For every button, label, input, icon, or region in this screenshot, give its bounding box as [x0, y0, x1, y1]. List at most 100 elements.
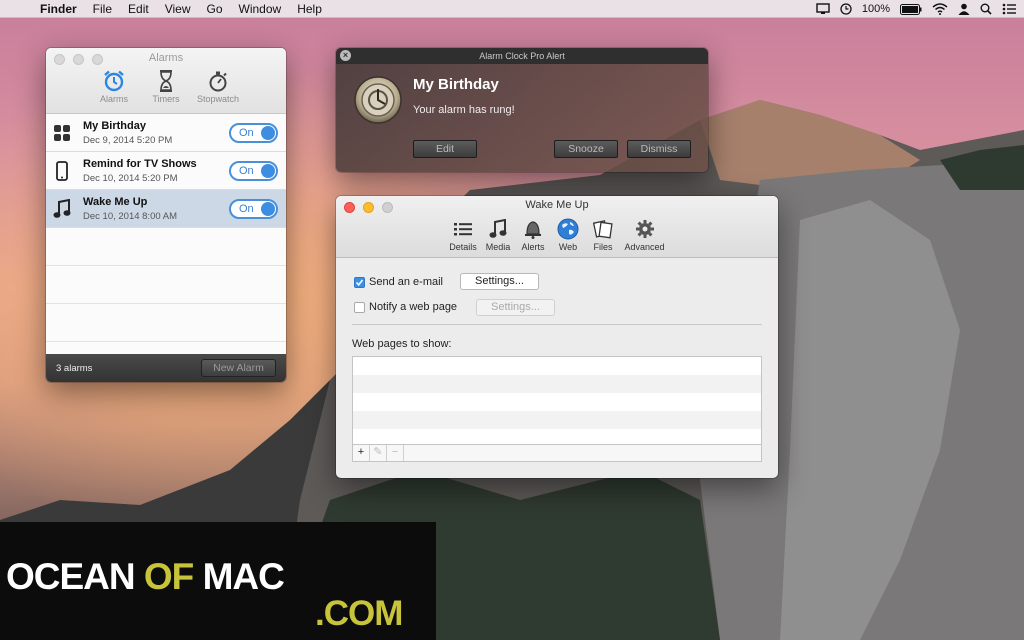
alert-message: Your alarm has rung!: [413, 104, 515, 116]
hourglass-icon: [160, 70, 172, 92]
wifi-icon[interactable]: [932, 3, 948, 15]
alarm-toggle-label: On: [239, 127, 254, 139]
toggle-knob: [261, 164, 275, 178]
dismiss-button[interactable]: Dismiss: [627, 140, 691, 158]
alarm-row-my-birthday[interactable]: My Birthday Dec 9, 2014 5:20 PM On: [46, 114, 286, 152]
watermark-line-1: OCEAN OF MAC: [6, 556, 285, 598]
watermark: OCEAN OF MAC .COM: [0, 522, 436, 640]
tab-files-label: Files: [593, 242, 613, 252]
window-title: Wake Me Up: [525, 199, 589, 211]
alarms-footer: 3 alarms New Alarm: [46, 354, 286, 382]
battery-icon[interactable]: [900, 3, 922, 15]
table-row[interactable]: [353, 357, 761, 375]
list-icon: [454, 223, 472, 236]
checkmark-icon: [355, 279, 364, 286]
alarm-name: Wake Me Up: [83, 196, 148, 208]
alert-window: × Alarm Clock Pro Alert My Birthday Your…: [336, 48, 708, 172]
notify-web-label: Notify a web page: [369, 301, 458, 313]
alarm-row-remind-tv[interactable]: Remind for TV Shows Dec 10, 2014 5:20 PM…: [46, 152, 286, 190]
watermark-ocean: OCEAN: [6, 556, 136, 597]
menu-file[interactable]: File: [85, 2, 120, 16]
stopwatch-icon: [209, 71, 227, 92]
remove-page-button[interactable]: −: [387, 445, 404, 461]
edit-button[interactable]: Edit: [413, 140, 477, 158]
alarm-toggle-label: On: [239, 203, 254, 215]
tab-advanced-label: Advanced: [624, 242, 665, 252]
tab-details[interactable]: Details: [447, 216, 480, 252]
alarm-date: Dec 10, 2014 5:20 PM: [83, 173, 178, 184]
alarm-name: My Birthday: [83, 120, 146, 132]
table-action-bar: + ✎ −: [353, 444, 761, 461]
notification-center-icon[interactable]: [1002, 3, 1016, 15]
menu-app-name[interactable]: Finder: [34, 2, 85, 16]
alarm-row-wake-me-up[interactable]: Wake Me Up Dec 10, 2014 8:00 AM On: [46, 190, 286, 228]
notify-web-row[interactable]: Notify a web page: [354, 301, 457, 313]
new-alarm-button[interactable]: New Alarm: [201, 359, 276, 377]
tab-alarms[interactable]: Alarms: [92, 68, 136, 104]
spotlight-search-icon[interactable]: [980, 3, 992, 15]
alarm-count: 3 alarms: [56, 362, 93, 374]
alarm-toggle-label: On: [239, 165, 254, 177]
tab-timers-label: Timers: [152, 94, 180, 104]
edit-page-button[interactable]: ✎: [370, 445, 387, 461]
bell-icon: [525, 221, 541, 239]
alarm-toggle[interactable]: On: [229, 123, 278, 143]
watermark-mac: MAC: [202, 556, 285, 597]
app-grid-icon: [54, 125, 70, 141]
empty-row: [46, 304, 286, 342]
user-icon[interactable]: [958, 3, 970, 15]
divider: [352, 324, 762, 325]
add-page-button[interactable]: +: [353, 445, 370, 461]
tab-alerts[interactable]: Alerts: [517, 216, 550, 252]
globe-icon: [557, 218, 579, 240]
battery-percent[interactable]: 100%: [862, 3, 890, 15]
wake-me-up-window: Wake Me Up Details Media Alerts Web File…: [336, 196, 778, 478]
menu-window[interactable]: Window: [231, 2, 290, 16]
alarm-name: Remind for TV Shows: [83, 158, 197, 170]
close-icon[interactable]: ×: [340, 50, 351, 61]
toggle-knob: [261, 126, 275, 140]
display-icon[interactable]: [816, 3, 830, 15]
alarm-toggle[interactable]: On: [229, 161, 278, 181]
alarm-toggle[interactable]: On: [229, 199, 278, 219]
wake-toolbar: Wake Me Up Details Media Alerts Web File…: [336, 196, 778, 258]
tab-web[interactable]: Web: [552, 216, 585, 252]
email-settings-button[interactable]: Settings...: [460, 273, 539, 290]
menu-help[interactable]: Help: [289, 2, 330, 16]
files-icon: [593, 220, 613, 239]
snooze-button[interactable]: Snooze: [554, 140, 618, 158]
table-row[interactable]: [353, 411, 761, 429]
alarm-clock-pro-icon: [354, 76, 402, 124]
send-email-row[interactable]: Send an e-mail: [354, 276, 443, 288]
alert-title-bar: × Alarm Clock Pro Alert: [336, 48, 708, 64]
empty-row: [46, 228, 286, 266]
empty-row: [46, 266, 286, 304]
menu-view[interactable]: View: [157, 2, 199, 16]
web-settings-button[interactable]: Settings...: [476, 299, 555, 316]
tab-alarms-label: Alarms: [99, 94, 128, 104]
tab-details-label: Details: [449, 242, 477, 252]
menu-bar: Finder File Edit View Go Window Help 100…: [0, 0, 1024, 18]
send-email-checkbox[interactable]: [354, 276, 365, 288]
web-pages-table[interactable]: + ✎ −: [352, 356, 762, 462]
tab-stopwatch-label: Stopwatch: [196, 94, 240, 104]
alarm-date: Dec 9, 2014 5:20 PM: [83, 135, 173, 146]
table-row[interactable]: [353, 375, 761, 393]
alert-heading: My Birthday: [413, 76, 499, 93]
music-note-icon: [53, 199, 71, 218]
table-row[interactable]: [353, 393, 761, 411]
tab-advanced[interactable]: Advanced: [622, 216, 668, 252]
alarms-toolbar: Alarms Alarms Timers Stopwatch: [46, 48, 286, 114]
menu-go[interactable]: Go: [199, 2, 231, 16]
clock-icon[interactable]: [840, 3, 852, 15]
tab-stopwatch[interactable]: Stopwatch: [196, 68, 240, 104]
toggle-knob: [261, 202, 275, 216]
tab-timers[interactable]: Timers: [144, 68, 188, 104]
tab-media-label: Media: [485, 242, 511, 252]
tab-alerts-label: Alerts: [521, 242, 545, 252]
menu-edit[interactable]: Edit: [120, 2, 157, 16]
tab-media[interactable]: Media: [482, 216, 515, 252]
tab-files[interactable]: Files: [587, 216, 620, 252]
gear-icon: [635, 220, 654, 238]
notify-web-checkbox[interactable]: [354, 301, 365, 313]
